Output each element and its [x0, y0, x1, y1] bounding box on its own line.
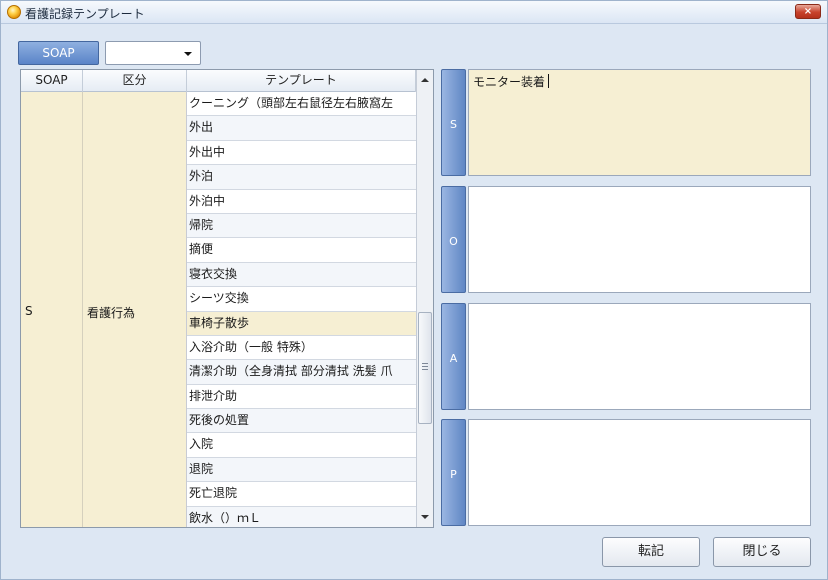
scroll-up-icon[interactable] [421, 78, 429, 82]
template-row[interactable]: 死亡退院 [187, 482, 416, 507]
template-row[interactable]: 死後の処置 [187, 409, 416, 434]
template-grid[interactable]: SOAP 区分 テンプレート S 看護行為 クーニング（頭部左右鼠径左右腋窩左外… [20, 69, 434, 528]
template-row[interactable]: シーツ交換 [187, 287, 416, 312]
category-select[interactable] [105, 41, 201, 65]
template-row[interactable]: 外出 [187, 116, 416, 141]
template-row[interactable]: 清潔介助（全身清拭 部分清拭 洗髪 爪 [187, 360, 416, 385]
template-row[interactable]: 車椅子散歩 [187, 311, 416, 336]
template-row[interactable]: 入浴介助（一般 特殊） [187, 336, 416, 361]
template-row[interactable]: 寝衣交換 [187, 262, 416, 288]
template-row[interactable]: 摘便 [187, 238, 416, 263]
vertical-scrollbar[interactable] [416, 70, 433, 527]
column-header-template[interactable]: テンプレート [187, 70, 416, 92]
template-row[interactable]: 排泄介助 [187, 385, 416, 410]
soap-cell[interactable]: S [21, 92, 83, 527]
p-text-area[interactable] [468, 419, 811, 526]
text-caret [548, 74, 550, 88]
window-title: 看護記録テンプレート [25, 7, 145, 21]
grid-header: SOAP 区分 テンプレート [21, 70, 416, 92]
tab-a[interactable]: A [441, 303, 466, 410]
template-dialog: 看護記録テンプレート × SOAP SOAP 区分 テンプレート S 看護行為 … [0, 0, 828, 580]
soap-value: S [25, 304, 33, 318]
soap-panel-o: O [441, 186, 811, 293]
template-row[interactable]: 外出中 [187, 141, 416, 166]
template-rows: クーニング（頭部左右鼠径左右腋窩左 外出 外出中 外泊 外泊中 帰院 摘便 寝衣交換 シーツ交換… [187, 92, 416, 527]
category-cell[interactable]: 看護行為 [83, 92, 187, 527]
soap-panel-p: P [441, 419, 811, 526]
s-text: モニター装着 [473, 75, 546, 89]
template-row[interactable]: 飲水（）ｍＬ [187, 506, 416, 527]
a-text-area[interactable] [468, 303, 811, 410]
tab-o[interactable]: O [441, 186, 466, 293]
tab-p[interactable]: P [441, 419, 466, 526]
soap-panel-s: S モニター装着 [441, 69, 811, 176]
template-row[interactable]: 退院 [187, 457, 416, 483]
transfer-button[interactable]: 転記 [602, 537, 700, 567]
window-close-button[interactable]: × [795, 4, 821, 19]
template-row[interactable]: クーニング（頭部左右鼠径左右腋窩左 [187, 92, 416, 117]
category-value: 看護行為 [87, 306, 136, 320]
merged-group-cells: S 看護行為 [21, 92, 187, 527]
grip-icon [422, 363, 428, 370]
scrollbar-thumb[interactable] [418, 312, 432, 424]
template-row[interactable]: 帰院 [187, 213, 416, 239]
title-bar: 看護記録テンプレート × [1, 1, 827, 24]
template-row[interactable]: 外泊中 [187, 190, 416, 214]
tab-s[interactable]: S [441, 69, 466, 176]
o-text-area[interactable] [468, 186, 811, 293]
soap-button[interactable]: SOAP [18, 41, 99, 65]
column-header-category[interactable]: 区分 [83, 70, 187, 92]
scroll-down-icon[interactable] [421, 515, 429, 519]
close-button[interactable]: 閉じる [713, 537, 811, 567]
app-icon [7, 5, 21, 19]
chevron-down-icon [184, 52, 192, 56]
column-header-soap[interactable]: SOAP [21, 70, 83, 92]
template-row[interactable]: 外泊 [187, 165, 416, 190]
template-row[interactable]: 入院 [187, 433, 416, 458]
s-text-area[interactable]: モニター装着 [468, 69, 811, 176]
soap-panel-a: A [441, 303, 811, 410]
